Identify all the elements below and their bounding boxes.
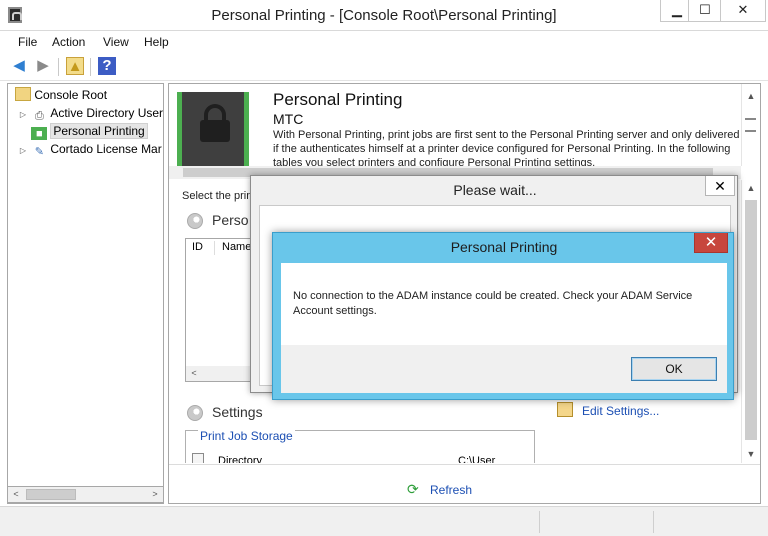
- back-arrow-icon[interactable]: ◀: [10, 57, 28, 75]
- up-folder-icon[interactable]: ▲: [66, 57, 84, 75]
- license-icon: ✎: [34, 146, 44, 158]
- snapin-header: Personal Printing MTC With Personal Prin…: [169, 84, 741, 166]
- collapse-section-icon[interactable]: [187, 405, 203, 421]
- refresh-icon[interactable]: ⟳: [407, 482, 421, 496]
- scroll-up-icon[interactable]: ▲: [742, 88, 760, 104]
- tree-item-label: Console Root: [34, 88, 108, 102]
- expand-arrow-icon[interactable]: ▷: [18, 106, 28, 122]
- printers-section-heading: Perso: [212, 212, 249, 228]
- directory-value: C:\User Storage: [458, 455, 496, 463]
- print-job-storage-label: Print Job Storage: [198, 429, 295, 443]
- error-dialog-footer: OK: [281, 345, 727, 393]
- title-bar: Personal Printing - [Console Root\Person…: [0, 0, 768, 31]
- tree-item-cortado-license[interactable]: ▷ ✎ Cortado License Mar: [8, 140, 163, 158]
- tree-item-personal-printing[interactable]: ■ Personal Printing: [8, 122, 163, 140]
- scroll-thumb[interactable]: [26, 489, 76, 500]
- please-wait-title: Please wait...: [453, 182, 537, 198]
- status-bar: [0, 506, 768, 536]
- scroll-left-icon[interactable]: <: [186, 366, 202, 381]
- close-window-button[interactable]: ✕: [720, 0, 766, 22]
- personal-printing-banner-icon: [177, 92, 249, 166]
- column-header-name[interactable]: Name: [222, 241, 251, 253]
- expand-arrow-icon[interactable]: ▷: [18, 142, 28, 158]
- refresh-bar: ⟳ Refresh: [169, 464, 760, 503]
- page-description: With Personal Printing, print jobs are f…: [273, 129, 740, 166]
- help-icon[interactable]: ?: [98, 57, 116, 75]
- scroll-left-icon[interactable]: <: [8, 487, 24, 502]
- toolbar-separator: [90, 58, 91, 76]
- folder-icon: [15, 87, 32, 101]
- refresh-link[interactable]: Refresh: [430, 483, 472, 497]
- column-header-id[interactable]: ID: [192, 241, 203, 253]
- scroll-up-icon[interactable]: ▲: [742, 180, 760, 196]
- scroll-grip-icon[interactable]: [745, 118, 756, 132]
- body-vertical-scrollbar[interactable]: ▲ ▼: [741, 180, 760, 463]
- select-printers-text: Select the prin: [182, 190, 253, 202]
- toolbar: ◀ ▶ ▲ ?: [0, 53, 768, 81]
- edit-settings-icon[interactable]: [557, 402, 573, 417]
- directory-label: Directory: [218, 455, 263, 463]
- page-subtitle: MTC: [273, 111, 304, 127]
- close-wait-dialog-button[interactable]: ✕: [705, 176, 735, 196]
- menu-help[interactable]: Help: [144, 35, 169, 49]
- lock-icon: ■: [31, 127, 48, 140]
- app-lock-icon: [8, 7, 22, 23]
- toolbar-separator: [58, 58, 59, 76]
- header-vertical-scrollbar[interactable]: ▲: [741, 84, 760, 166]
- collapse-section-icon[interactable]: [187, 213, 203, 229]
- menu-file[interactable]: File: [18, 35, 37, 49]
- forward-arrow-icon[interactable]: ▶: [34, 57, 52, 75]
- tree-item-console-root[interactable]: Console Root: [8, 86, 163, 104]
- column-divider: [214, 241, 215, 255]
- status-divider: [653, 511, 654, 533]
- window-title: Personal Printing - [Console Root\Person…: [211, 7, 557, 24]
- close-error-dialog-button[interactable]: ✕: [694, 233, 728, 253]
- settings-section-heading: Settings: [212, 404, 263, 420]
- menu-bar: File Action View Help: [0, 31, 768, 53]
- scroll-right-icon[interactable]: >: [147, 487, 163, 502]
- error-dialog-title: Personal Printing: [450, 239, 558, 255]
- tree-item-label: Cortado License Mar: [50, 142, 162, 156]
- lock-body: [200, 120, 230, 142]
- page-title: Personal Printing: [273, 90, 403, 109]
- maximize-button[interactable]: ☐: [688, 0, 722, 22]
- tree-horizontal-scrollbar[interactable]: < >: [7, 486, 164, 503]
- menu-view[interactable]: View: [103, 35, 129, 49]
- scroll-thumb[interactable]: [745, 200, 757, 440]
- error-dialog-body: No connection to the ADAM instance could…: [281, 263, 727, 345]
- tree-item-label: Personal Printing: [50, 123, 148, 139]
- tree-item-active-directory[interactable]: ▷ ⎙ Active Directory User: [8, 104, 163, 122]
- error-message: No connection to the ADAM instance could…: [293, 290, 693, 317]
- edit-settings-link[interactable]: Edit Settings...: [582, 404, 659, 418]
- status-divider: [539, 511, 540, 533]
- ok-button[interactable]: OK: [631, 357, 717, 381]
- print-job-storage-group: Print Job Storage Directory C:\User Stor…: [185, 429, 535, 463]
- ad-users-icon: ⎙: [34, 110, 44, 122]
- menu-action[interactable]: Action: [52, 35, 85, 49]
- document-icon: [192, 453, 204, 463]
- error-dialog: Personal Printing ✕ No connection to the…: [272, 232, 734, 400]
- scroll-down-icon[interactable]: ▼: [742, 446, 760, 462]
- console-tree: Console Root ▷ ⎙ Active Directory User ■ P…: [7, 83, 164, 504]
- tree-item-label: Active Directory User: [50, 106, 163, 120]
